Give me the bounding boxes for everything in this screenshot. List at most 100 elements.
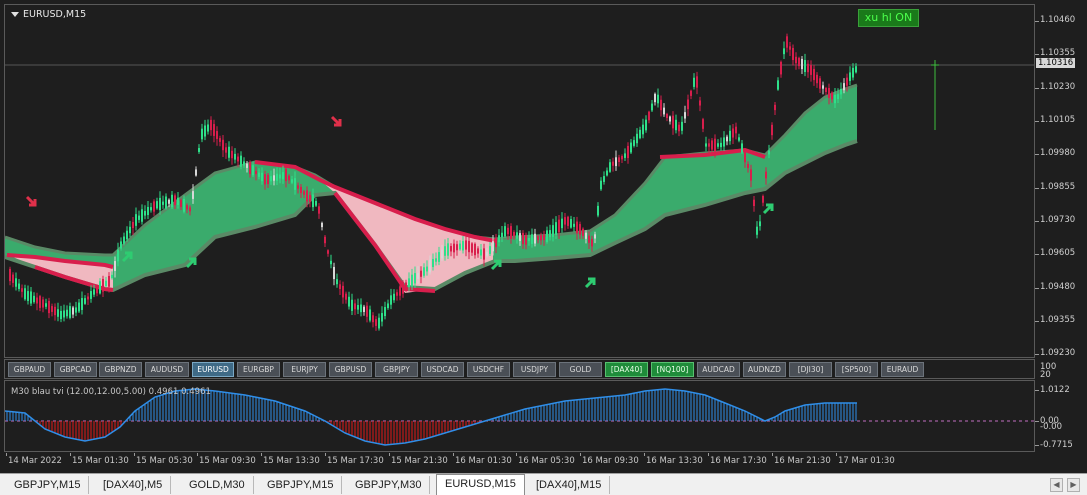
symbol-button[interactable]: GOLD [559,362,602,377]
symbol-button[interactable]: AUDCAD [697,362,740,377]
symbol-button[interactable]: USDCHF [467,362,510,377]
candle-body [450,246,452,252]
candle-body [843,83,845,91]
candle-body [723,137,725,147]
symbol-button[interactable]: [SP500] [835,362,878,377]
symbol-button[interactable]: GBPAUD [8,362,51,377]
candle-body [135,214,137,226]
candle-body [675,119,677,131]
chart-title: EURUSD,M15 [11,9,86,20]
candle-body [615,157,617,167]
candle-body [363,306,365,312]
price-chart[interactable]: EURUSD,M15 xu hl ON [4,4,1035,358]
symbol-button[interactable]: USDCAD [421,362,464,377]
candle-body [126,230,128,240]
symbol-button[interactable]: [DJI30] [789,362,832,377]
symbol-button[interactable]: GBPCAD [54,362,97,377]
candle-body [396,292,398,296]
tab-scroll-right-icon[interactable]: ▶ [1067,478,1080,492]
time-axis: 14 Mar 2022 15 Mar 01:30 15 Mar 05:30 15 Ma… [4,453,1035,471]
symbol-button[interactable]: [NQ100] [651,362,694,377]
candle-body [462,241,464,251]
tab-eurusd-m15[interactable]: EURUSD,M15 [436,474,525,495]
candle-body [483,248,485,260]
candle-body [201,128,203,140]
symbol-button[interactable]: [DAX40] [605,362,648,377]
candle-body [384,307,386,317]
symbol-button[interactable]: AUDNZD [743,362,786,377]
candle-body [327,250,329,254]
candle-body [420,270,422,277]
candle-body [108,275,110,287]
candle-body [795,56,797,64]
candle-body [702,119,704,129]
candle-body [27,291,29,301]
candle-body [726,136,728,142]
candle-body [744,151,746,163]
candle-body [792,47,794,61]
symbol-button[interactable]: AUDUSD [145,362,189,377]
symbol-button[interactable]: GBPNZD [99,362,142,377]
candle-body [468,240,470,253]
candle-body [54,306,56,316]
symbol-button[interactable]: EURJPY [283,362,326,377]
candle-body [423,267,425,276]
candle-body [252,165,254,176]
symbol-button[interactable]: GBPUSD [329,362,372,377]
candle-body [684,112,686,119]
candle-body [777,80,779,90]
candle-body [477,248,479,254]
candle-body [240,155,242,167]
time-axis-label: 14 Mar 2022 [8,456,62,466]
xu-hl-toggle-button[interactable]: xu hl ON [858,9,919,27]
candle-body [444,246,446,256]
candle-body [486,251,488,256]
candle-body [360,304,362,313]
candle-body [837,94,839,100]
candle-body [459,243,461,250]
candle-body [645,119,647,131]
candle-body [525,235,527,245]
tab-scroll-left-icon[interactable]: ◀ [1050,478,1063,492]
candle-body [165,196,167,209]
candle-body [270,176,272,182]
candle-body [159,197,161,211]
candle-body [660,99,662,111]
tab-gbpjpy-m15[interactable]: GBPJPY,M15 [6,476,90,494]
candle-body [225,147,227,153]
candle-body [831,92,833,100]
candle-body [579,224,581,235]
symbol-button[interactable]: EURUSD [192,362,234,377]
tab-gbpjpy-m15-2[interactable]: GBPJPY,M15 [259,476,343,494]
candle-body [294,178,296,190]
candle-body [822,85,824,89]
price-axis-label: 1.09230 [1040,348,1076,358]
symbol-button[interactable]: EURGBP [237,362,280,377]
candle-body [804,59,806,73]
candle-body [600,180,602,190]
chart-menu-triangle-icon[interactable] [11,12,19,17]
price-axis-label: 1.10460 [1040,15,1076,25]
candle-body [162,201,164,205]
candle-body [567,216,569,226]
symbol-scale-bottom: 20 [1040,370,1051,380]
symbol-button[interactable]: USDJPY [513,362,556,377]
candle-body [45,303,47,307]
time-axis-label: 15 Mar 09:30 [199,456,256,466]
tab-dax40-m5[interactable]: [DAX40],M5 [95,476,172,494]
symbol-button[interactable]: EURAUD [881,362,924,377]
candle-body [168,199,170,204]
tab-gold-m30[interactable]: GOLD,M30 [181,476,254,494]
symbol-button[interactable]: GBPJPY [375,362,418,377]
indicator-title: M30 blau tvi (12.00,12.00,5.00) 0.4961 0… [11,387,211,397]
time-axis-label: 15 Mar 21:30 [391,456,448,466]
candle-body [534,233,536,244]
candle-body [597,205,599,216]
candle-body [264,174,266,185]
indicator-panel[interactable]: M30 blau tvi (12.00,12.00,5.00) 0.4961 0… [4,380,1035,452]
tab-gbpjpy-m30[interactable]: GBPJPY,M30 [347,476,431,494]
candle-body [681,121,683,131]
candle-body [435,258,437,262]
candle-body [561,218,563,229]
tab-dax40-m15[interactable]: [DAX40],M15 [528,476,611,494]
